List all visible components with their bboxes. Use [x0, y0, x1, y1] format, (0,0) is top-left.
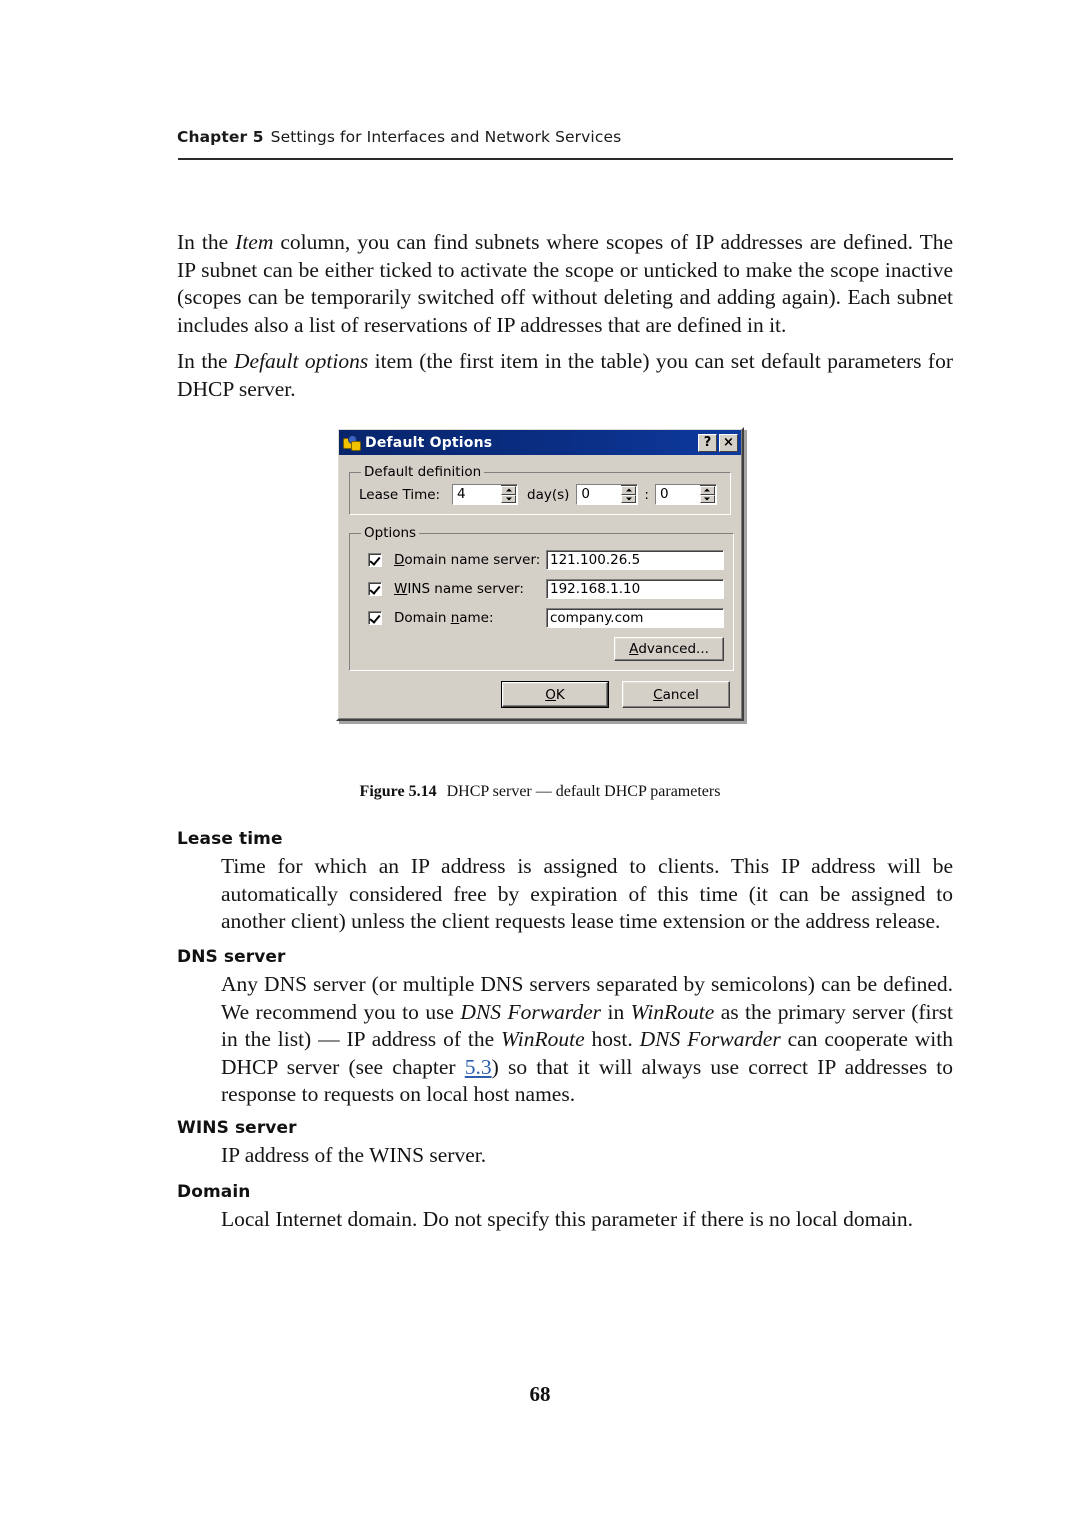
- cancel-button[interactable]: Cancel: [622, 681, 730, 708]
- figure-caption-text: DHCP server — default DHCP parameters: [446, 783, 721, 800]
- section-dns-server: DNS server Any DNS server (or multiple D…: [177, 947, 953, 1109]
- paragraph-item-column: In the Item column, you can find subnets…: [177, 229, 953, 339]
- spin-down-icon[interactable]: [699, 494, 715, 503]
- group-default-definition-legend: Default definition: [364, 464, 482, 480]
- dialog-inner-frame: Default Options ? × Default definition L…: [338, 429, 742, 719]
- document-page: Chapter 5 Settings for Interfaces and Net…: [0, 0, 1080, 1527]
- lease-hours-arrows[interactable]: [621, 486, 637, 503]
- lease-hours-value[interactable]: 0: [577, 485, 622, 504]
- p1-text-b: column, you can find subnets where scope…: [177, 230, 953, 337]
- p1-italic-item: Item: [235, 230, 274, 254]
- group-options: Options Domain name server: 121.100.26.5…: [349, 525, 734, 671]
- advanced-row: Advanced...: [359, 637, 724, 661]
- section-term-wins-server: WINS server: [177, 1118, 297, 1138]
- wins-name-server-label: WINS name server:: [394, 581, 524, 597]
- lease-days-value[interactable]: 4: [453, 485, 501, 504]
- header-rule: [178, 158, 953, 160]
- lease-days-arrows[interactable]: [501, 486, 516, 503]
- help-icon[interactable]: ?: [698, 433, 717, 452]
- domain-name-server-checkbox[interactable]: [368, 553, 382, 567]
- figure-number: Figure 5.14: [359, 783, 437, 800]
- p2-italic-default-options: Default options: [234, 349, 369, 373]
- p2-text-a: In the: [177, 349, 234, 373]
- domain-name-input[interactable]: company.com: [546, 608, 724, 628]
- figure-dhcp-default-options: Default Options ? × Default definition L…: [0, 427, 1080, 721]
- section-text-dns-server: Any DNS server (or multiple DNS servers …: [221, 972, 953, 1106]
- chapter-title: Settings for Interfaces and Network Serv…: [270, 128, 622, 146]
- dialog-body: Default definition Lease Time: 4 day(s) …: [339, 455, 741, 718]
- chapter-cross-reference-link[interactable]: 5.3: [465, 1055, 492, 1079]
- dialog-title-bar[interactable]: Default Options ? ×: [339, 430, 741, 455]
- domain-name-checkbox[interactable]: [368, 611, 382, 625]
- domain-name-label: Domain name:: [394, 610, 494, 626]
- lease-minutes-arrows[interactable]: [699, 486, 715, 503]
- time-separator: :: [644, 486, 649, 503]
- lease-hours-stepper[interactable]: 0: [576, 484, 639, 505]
- wins-name-server-checkbox[interactable]: [368, 582, 382, 596]
- section-wins-server: WINS server IP address of the WINS serve…: [177, 1118, 953, 1170]
- spin-up-icon[interactable]: [621, 486, 637, 495]
- title-bar-buttons: ? ×: [698, 433, 738, 452]
- section-domain: Domain Local Internet domain. Do not spe…: [177, 1182, 953, 1234]
- dialog-title: Default Options: [365, 434, 493, 451]
- page-number: 68: [529, 1382, 551, 1406]
- chapter-number: Chapter 5: [177, 128, 264, 146]
- lease-days-unit-label: day(s): [527, 486, 570, 503]
- option-row-wins-name-server: WINS name server: 192.168.1.10: [368, 579, 724, 599]
- spin-up-icon[interactable]: [501, 486, 516, 495]
- ok-button[interactable]: OK: [501, 681, 609, 708]
- section-lease-time: Lease time Time for which an IP address …: [177, 829, 953, 936]
- option-row-domain-name-server: Domain name server: 121.100.26.5: [368, 550, 724, 570]
- lease-days-stepper[interactable]: 4: [452, 484, 518, 505]
- running-header: Chapter 5 Settings for Interfaces and Net…: [177, 128, 953, 146]
- dhcp-options-icon: [343, 434, 361, 451]
- spin-down-icon[interactable]: [501, 494, 516, 503]
- group-options-legend: Options: [364, 525, 417, 541]
- group-default-definition: Default definition Lease Time: 4 day(s) …: [349, 464, 731, 515]
- p1-text-a: In the: [177, 230, 236, 254]
- lease-minutes-value[interactable]: 0: [655, 485, 700, 504]
- domain-name-server-input[interactable]: 121.100.26.5: [546, 550, 724, 570]
- advanced-button[interactable]: Advanced...: [614, 637, 724, 661]
- lease-time-row: Lease Time: 4 day(s) 0 : 0: [359, 484, 721, 505]
- section-text-domain: Local Internet domain. Do not specify th…: [221, 1207, 913, 1231]
- spin-down-icon[interactable]: [621, 494, 637, 503]
- domain-name-server-label: Domain name server:: [394, 552, 541, 568]
- figure-caption: Figure 5.14 DHCP server — default DHCP pa…: [0, 783, 1080, 801]
- section-term-lease-time: Lease time: [177, 829, 283, 849]
- option-row-domain-name: Domain name: company.com: [368, 608, 724, 628]
- paragraph-default-options: In the Default options item (the first i…: [177, 348, 953, 403]
- close-icon[interactable]: ×: [719, 433, 738, 452]
- section-term-dns-server: DNS server: [177, 947, 286, 967]
- section-term-domain: Domain: [177, 1182, 251, 1202]
- lease-time-label: Lease Time:: [359, 486, 441, 503]
- wins-name-server-input[interactable]: 192.168.1.10: [546, 579, 724, 599]
- lease-minutes-stepper[interactable]: 0: [654, 484, 717, 505]
- section-text-lease-time: Time for which an IP address is assigned…: [221, 854, 953, 933]
- dialog-button-bar: OK Cancel: [349, 681, 731, 708]
- section-text-wins-server: IP address of the WINS server.: [221, 1143, 487, 1167]
- default-options-dialog: Default Options ? × Default definition L…: [336, 427, 744, 721]
- spin-up-icon[interactable]: [699, 486, 715, 495]
